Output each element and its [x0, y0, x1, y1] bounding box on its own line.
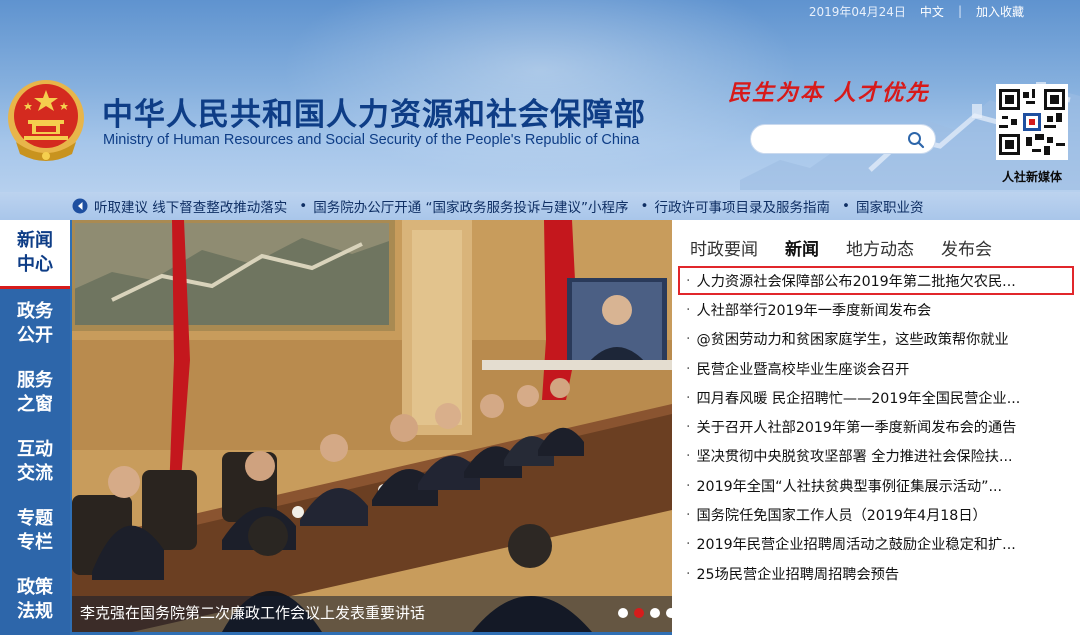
search-input[interactable] — [763, 130, 903, 150]
bullet: · — [686, 360, 691, 377]
bullet: · — [686, 272, 691, 289]
nav-label: 服务之窗 — [17, 369, 53, 415]
site-title-english: Ministry of Human Resources and Social S… — [103, 132, 640, 148]
bullet: · — [686, 331, 691, 348]
bullet: · — [686, 477, 691, 494]
news-title: 2019年全国“人社扶贫典型事例征集展示活动”... — [696, 478, 1003, 495]
list-item[interactable]: · 25场民营企业招聘周招聘会预告 — [678, 559, 1074, 588]
nav-special-topics[interactable]: 专题专栏 — [0, 496, 70, 565]
nav-news-center[interactable]: 新闻中心 — [0, 220, 70, 289]
list-item[interactable]: · 2019年民营企业招聘周活动之鼓励企业稳定和扩... — [678, 530, 1074, 559]
ticker-item[interactable]: 听取建议 线下督查整改推动落实 — [94, 196, 287, 216]
nav-interaction[interactable]: 互动交流 — [0, 427, 70, 496]
headline-photo-slider[interactable]: 李克强在国务院第二次廉政工作会议上发表重要讲话 — [72, 220, 672, 632]
qr-code-label: 人社新媒体 — [1001, 170, 1062, 184]
ticker-item[interactable]: 国家职业资 — [856, 196, 924, 216]
current-date: 2019年04月24日 — [808, 4, 906, 19]
nav-label: 新闻中心 — [17, 230, 53, 275]
news-tabs: 时政要闻 新闻 地方动态 发布会 — [690, 235, 1019, 260]
list-item[interactable]: · 人社部举行2019年一季度新闻发布会 — [678, 295, 1074, 324]
list-item[interactable]: · 四月春风暖 民企招聘忙——2019年全国民营企业... — [678, 383, 1074, 412]
news-title: 人社部举行2019年一季度新闻发布会 — [696, 302, 932, 319]
list-item[interactable]: · @贫困劳动力和贫困家庭学生，这些政策帮你就业 — [678, 325, 1074, 354]
news-title: 国务院任免国家工作人员（2019年4月18日） — [696, 508, 987, 525]
news-title: 人力资源社会保障部公布2019年第二批拖欠农民... — [696, 273, 1016, 290]
speaker-icon — [72, 198, 88, 214]
list-item[interactable]: · 关于召开人社部2019年第一季度新闻发布会的通告 — [678, 412, 1074, 441]
nav-label: 互动交流 — [17, 438, 53, 484]
search-icon[interactable] — [907, 131, 925, 149]
news-panel: 时政要闻 新闻 地方动态 发布会 · 人力资源社会保障部公布2019年第二批拖欠农… — [672, 220, 1080, 635]
ticker-bullet: • — [640, 198, 649, 214]
bullet: · — [686, 536, 691, 553]
slide-caption[interactable]: 李克强在国务院第二次廉政工作会议上发表重要讲话 — [80, 602, 425, 623]
nav-label: 专题专栏 — [17, 507, 53, 553]
language-link[interactable]: 中文 — [920, 3, 944, 20]
nav-service-window[interactable]: 服务之窗 — [0, 358, 70, 427]
news-list: · 人力资源社会保障部公布2019年第二批拖欠农民... · 人社部举行2019年一… — [678, 266, 1074, 588]
tab-political-news[interactable]: 时政要闻 — [690, 235, 758, 260]
meeting-photo — [72, 220, 672, 632]
qr-code-icon[interactable] — [996, 84, 1068, 160]
bullet: · — [686, 507, 691, 524]
nav-policies-regulations[interactable]: 政策法规 — [0, 565, 70, 634]
list-item[interactable]: · 国务院任免国家工作人员（2019年4月18日） — [678, 500, 1074, 529]
nav-government-affairs[interactable]: 政务公开 — [0, 289, 70, 358]
tab-press-conference[interactable]: 发布会 — [941, 235, 992, 260]
bullet: · — [686, 389, 691, 406]
news-title: 民营企业暨高校毕业生座谈会召开 — [696, 361, 910, 378]
divider: | — [957, 4, 962, 18]
ticker-item[interactable]: 国务院办公厅开通 “国家政务服务投诉与建议”小程序 — [313, 196, 628, 216]
tab-local-news[interactable]: 地方动态 — [846, 235, 914, 260]
news-ticker: 听取建议 线下督查整改推动落实 • 国务院办公厅开通 “国家政务服务投诉与建议”… — [0, 192, 1080, 220]
slider-dot-active[interactable] — [634, 608, 644, 618]
bullet: · — [686, 565, 691, 582]
list-item-highlighted[interactable]: · 人力资源社会保障部公布2019年第二批拖欠农民... — [678, 266, 1074, 296]
left-navigation: 新闻中心 政务公开 服务之窗 互动交流 专题专栏 政策法规 — [0, 220, 70, 635]
ticker-bullet: • — [299, 198, 308, 214]
ticker-bullet: • — [842, 198, 850, 214]
slider-dots — [618, 608, 672, 618]
nav-label: 政策法规 — [17, 576, 53, 622]
news-title: 关于召开人社部2019年第一季度新闻发布会的通告 — [696, 420, 1017, 437]
site-header: 2019年04月24日 中文 | 加入收藏 中华人民共和国人力资源和社会保障部 … — [0, 0, 1080, 192]
list-item[interactable]: · 2019年全国“人社扶贫典型事例征集展示活动”... — [678, 471, 1074, 500]
news-title: 四月春风暖 民企招聘忙——2019年全国民营企业... — [696, 390, 1021, 407]
news-title: 坚决贯彻中央脱贫攻坚部署 全力推进社会保险扶... — [696, 449, 1013, 466]
news-title: @贫困劳动力和贫困家庭学生，这些政策帮你就业 — [696, 332, 1009, 349]
bullet: · — [686, 448, 691, 465]
news-title: 2019年民营企业招聘周活动之鼓励企业稳定和扩... — [696, 537, 1016, 554]
list-item[interactable]: · 坚决贯彻中央脱贫攻坚部署 全力推进社会保险扶... — [678, 442, 1074, 471]
bullet: · — [686, 419, 691, 436]
slider-dot[interactable] — [650, 608, 660, 618]
national-emblem-icon[interactable] — [6, 78, 86, 162]
bookmark-link[interactable]: 加入收藏 — [976, 3, 1024, 20]
news-title: 25场民营企业招聘周招聘会预告 — [696, 566, 900, 583]
slogan: 民生为本 人才优先 — [728, 80, 930, 106]
bullet: · — [686, 301, 691, 318]
top-utility-bar: 2019年04月24日 中文 | 加入收藏 — [0, 0, 1080, 22]
nav-label: 政务公开 — [17, 300, 53, 346]
list-item[interactable]: · 民营企业暨高校毕业生座谈会召开 — [678, 354, 1074, 383]
slider-dot[interactable] — [618, 608, 628, 618]
search-box — [750, 124, 936, 154]
site-title-chinese[interactable]: 中华人民共和国人力资源和社会保障部 — [102, 89, 646, 134]
ticker-item[interactable]: 行政许可事项目录及服务指南 — [655, 196, 831, 216]
tab-news[interactable]: 新闻 — [785, 235, 819, 260]
